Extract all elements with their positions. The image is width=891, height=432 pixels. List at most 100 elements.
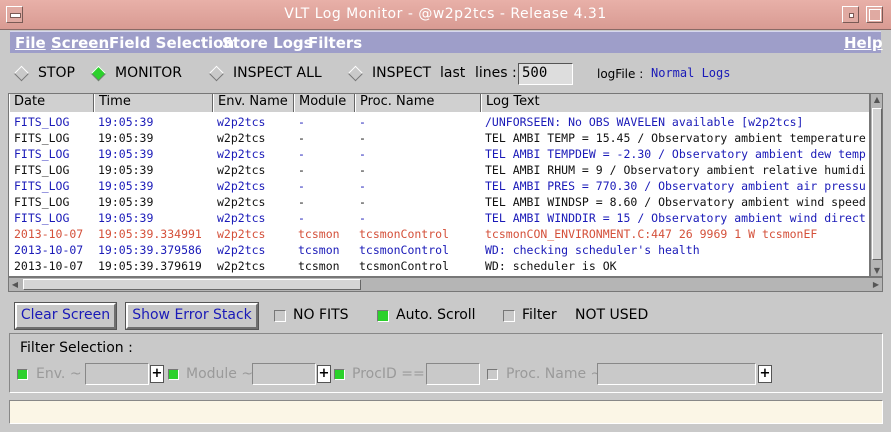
procid-filter-checkbox[interactable]	[334, 369, 345, 380]
radio-stop-label: STOP	[38, 65, 75, 81]
show-error-stack-button[interactable]: Show Error Stack	[125, 302, 259, 330]
cell-date: FITS_LOG	[14, 211, 70, 225]
env-filter-label: Env. ~	[36, 366, 82, 382]
cell-log-text: /UNFORSEEN: No OBS WAVELEN available [w2…	[485, 115, 804, 129]
cell-proc-name: -	[359, 195, 366, 209]
cell-proc-name: tcsmonControl	[359, 259, 450, 273]
cell-env-name: w2p2tcs	[217, 211, 266, 225]
cell-module: -	[298, 211, 305, 225]
table-header: Date Time Env. Name Module Proc. Name Lo…	[9, 94, 869, 112]
cell-proc-name: -	[359, 131, 366, 145]
no-fits-label: NO FITS	[293, 307, 349, 323]
cell-env-name: w2p2tcs	[217, 147, 266, 161]
cell-log-text: TEL AMBI PRES = 770.30 / Observatory amb…	[485, 179, 866, 193]
procid-filter-input[interactable]	[426, 363, 480, 385]
horizontal-scroll-thumb[interactable]	[23, 279, 361, 290]
logfile-value[interactable]: Normal Logs	[651, 66, 730, 80]
column-header-module[interactable]: Module	[294, 94, 355, 112]
last-label: last	[440, 65, 466, 81]
table-row[interactable]: FITS_LOG 19:05:39 w2p2tcs - - /UNFORSEEN: No …	[9, 114, 869, 130]
cell-date: 2013-10-07	[14, 259, 84, 273]
log-table[interactable]: Date Time Env. Name Module Proc. Name Lo…	[8, 93, 870, 277]
filter-status: NOT USED	[575, 307, 649, 323]
column-header-date[interactable]: Date	[9, 94, 94, 112]
table-row[interactable]: FITS_LOG 19:05:39 w2p2tcs - - TEL AMBI WINDSP…	[9, 194, 869, 210]
menu-screen[interactable]: Screen	[51, 34, 109, 52]
procname-filter-add-button[interactable]: +	[758, 365, 772, 383]
table-row[interactable]: 2013-10-07 19:05:39.379586 w2p2tcs tcsmon tc…	[9, 242, 869, 258]
menu-file[interactable]: File	[15, 34, 46, 52]
module-filter-add-button[interactable]: +	[317, 365, 331, 383]
cell-log-text: TEL AMBI TEMPDEW = -2.30 / Observatory a…	[485, 147, 866, 161]
window-title: VLT Log Monitor - @w2p2tcs - Release 4.3…	[284, 6, 607, 22]
cell-date: FITS_LOG	[14, 195, 70, 209]
column-header-proc-name[interactable]: Proc. Name	[355, 94, 481, 112]
auto-scroll-label: Auto. Scroll	[396, 307, 476, 323]
maximize-button[interactable]	[866, 6, 883, 23]
column-header-env-name[interactable]: Env. Name	[213, 94, 294, 112]
menu-store-logs[interactable]: Store Logs	[222, 34, 313, 52]
procname-filter-input[interactable]	[597, 363, 756, 385]
env-filter-input[interactable]	[85, 363, 149, 385]
table-row[interactable]: FITS_LOG 19:05:39 w2p2tcs - - TEL AMBI TEMPDE…	[9, 146, 869, 162]
cell-log-text: TEL AMBI WINDSP = 8.60 / Observatory amb…	[485, 195, 866, 209]
table-row[interactable]: FITS_LOG 19:05:39 w2p2tcs - - TEL AMBI RHUM =…	[9, 162, 869, 178]
cell-time: 19:05:39	[98, 195, 154, 209]
menu-bar: File Screen Field Selection Store Logs F…	[10, 31, 883, 53]
cell-module: tcsmon	[298, 227, 340, 241]
radio-monitor-label: MONITOR	[115, 65, 182, 81]
cell-log-text: TEL AMBI RHUM = 9 / Observatory ambient …	[485, 163, 866, 177]
menu-help[interactable]: Help	[844, 34, 883, 52]
radio-monitor-indicator	[90, 65, 107, 82]
table-row[interactable]: 2013-10-07 19:05:39.334991 w2p2tcs tcsmon tc…	[9, 226, 869, 242]
cell-env-name: w2p2tcs	[217, 195, 266, 209]
no-fits-checkbox[interactable]	[274, 310, 286, 322]
cell-module: -	[298, 147, 305, 161]
horizontal-scrollbar[interactable]: ◀ ▶	[8, 277, 883, 292]
cell-log-text: tcsmonCON_ENVIRONMENT.C:447 26 9969 1 W …	[485, 227, 818, 241]
minimize-button[interactable]	[842, 6, 859, 23]
cell-time: 19:05:39	[98, 179, 154, 193]
vertical-scrollbar[interactable]: ▲ ▼	[870, 93, 883, 277]
cell-proc-name: -	[359, 115, 366, 129]
filter-checkbox[interactable]	[503, 310, 515, 322]
cell-time: 19:05:39	[98, 211, 154, 225]
menu-filters[interactable]: Filters	[308, 34, 362, 52]
module-filter-checkbox[interactable]	[168, 369, 179, 380]
lines-label: lines :	[475, 65, 517, 81]
module-filter-label: Module ~	[186, 366, 254, 382]
column-header-time[interactable]: Time	[94, 94, 213, 112]
scroll-right-arrow-icon[interactable]: ▶	[870, 278, 882, 291]
cell-module: tcsmon	[298, 243, 340, 257]
clear-screen-button[interactable]: Clear Screen	[14, 302, 117, 330]
cell-date: FITS_LOG	[14, 147, 70, 161]
env-filter-checkbox[interactable]	[17, 369, 28, 380]
vertical-scroll-thumb[interactable]	[872, 108, 882, 260]
column-header-log-text[interactable]: Log Text	[481, 94, 869, 112]
auto-scroll-checkbox[interactable]	[377, 310, 389, 322]
radio-inspect-label: INSPECT	[372, 65, 432, 81]
procname-filter-checkbox[interactable]	[487, 369, 498, 380]
cell-proc-name: tcsmonControl	[359, 243, 450, 257]
table-row[interactable]: FITS_LOG 19:05:39 w2p2tcs - - TEL AMBI TEMP =…	[9, 130, 869, 146]
menu-field-selection[interactable]: Field Selection	[109, 34, 234, 52]
lines-input[interactable]: 500	[518, 63, 573, 85]
table-rows: FITS_LOG 19:05:39 w2p2tcs - - /UNFORSEEN: No …	[9, 114, 869, 274]
cell-time: 19:05:39	[98, 115, 154, 129]
cell-env-name: w2p2tcs	[217, 259, 266, 273]
scroll-down-arrow-icon[interactable]: ▼	[872, 265, 882, 276]
window-titlebar[interactable]: VLT Log Monitor - @w2p2tcs - Release 4.3…	[0, 0, 891, 30]
table-row[interactable]: FITS_LOG 19:05:39 w2p2tcs - - TEL AMBI PRES =…	[9, 178, 869, 194]
status-bar	[9, 400, 883, 424]
cell-date: 2013-10-07	[14, 243, 84, 257]
scroll-left-arrow-icon[interactable]: ◀	[9, 278, 21, 291]
cell-module: -	[298, 179, 305, 193]
table-row[interactable]: 2013-10-07 19:05:39.379619 w2p2tcs tcsmon tc…	[9, 258, 869, 274]
cell-env-name: w2p2tcs	[217, 243, 266, 257]
env-filter-add-button[interactable]: +	[150, 365, 164, 383]
module-filter-input[interactable]	[252, 363, 316, 385]
radio-inspect-indicator	[347, 65, 364, 82]
scroll-up-arrow-icon[interactable]: ▲	[872, 94, 882, 105]
cell-date: FITS_LOG	[14, 115, 70, 129]
table-row[interactable]: FITS_LOG 19:05:39 w2p2tcs - - TEL AMBI WINDDI…	[9, 210, 869, 226]
